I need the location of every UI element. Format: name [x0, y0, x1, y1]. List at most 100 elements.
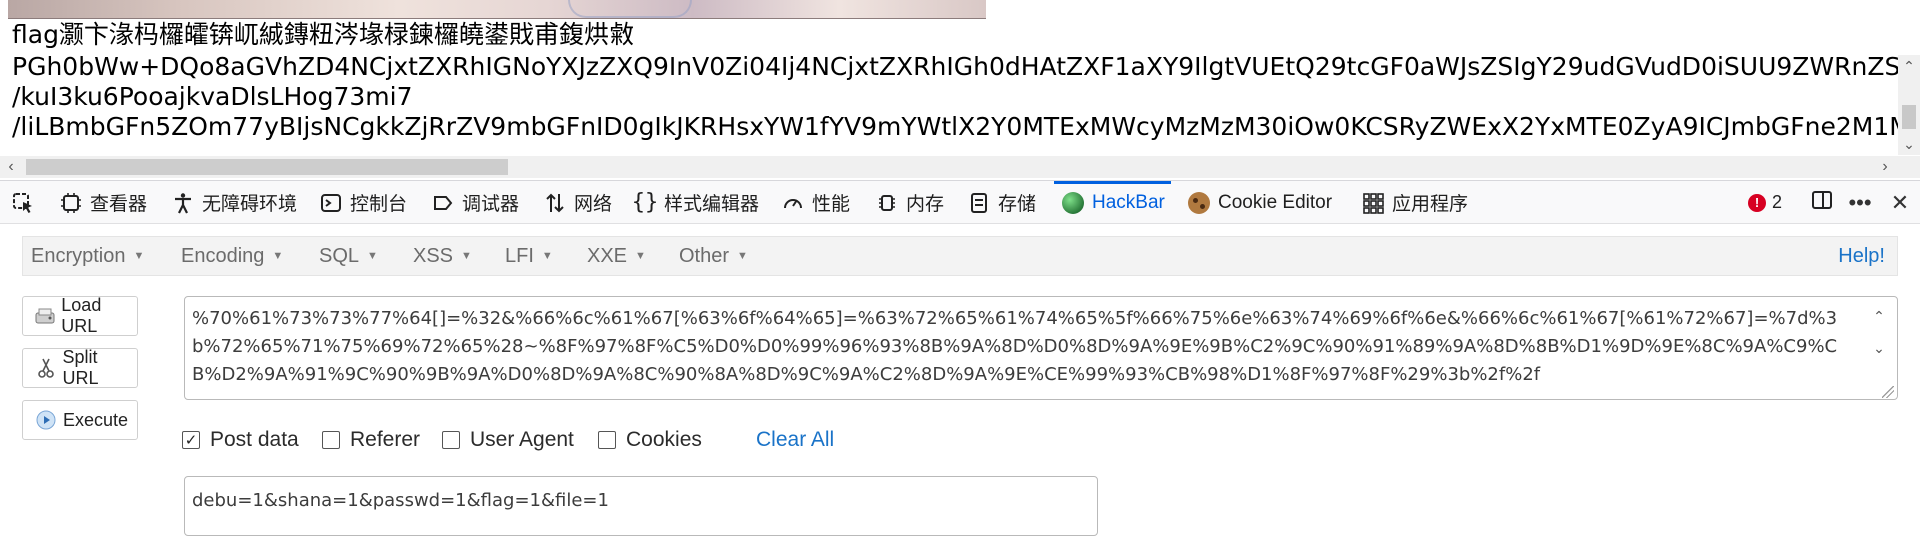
element-picker-button[interactable]	[10, 181, 42, 224]
storage-icon	[966, 190, 992, 216]
tab-memory[interactable]: 内存	[874, 181, 944, 224]
checkbox-label: Referer	[350, 428, 421, 451]
checkbox-icon[interactable]	[322, 431, 340, 449]
more-options-icon: •••	[1848, 189, 1872, 215]
vertical-scroll-thumb[interactable]	[1902, 105, 1916, 129]
load-url-button[interactable]: Load URL	[22, 295, 138, 336]
clear-all-link[interactable]: Clear All	[756, 428, 834, 452]
devtools-toolbar: 查看器 无障碍环境 控制台 调试器 网络 {} 样式编辑器 性能 内存 存储 H…	[0, 180, 1920, 224]
tab-label: Cookie Editor	[1218, 191, 1333, 213]
tab-performance[interactable]: 性能	[780, 181, 850, 224]
split-url-button[interactable]: Split URL	[22, 347, 138, 388]
tab-label: 存储	[998, 194, 1037, 215]
debugger-icon	[430, 190, 456, 216]
tab-label: 样式编辑器	[664, 194, 760, 215]
tab-label: 应用程序	[1392, 194, 1469, 215]
checkbox-label: Post data	[210, 428, 299, 451]
post-data-input[interactable]: debu=1&shana=1&passwd=1&flag=1&file=1	[184, 476, 1098, 536]
dock-button[interactable]	[1806, 181, 1838, 224]
menu-encryption[interactable]: Encryption ▼	[31, 237, 144, 275]
tab-style-editor[interactable]: {} 样式编辑器	[632, 181, 759, 224]
hackbar-menu: Encryption ▼ Encoding ▼ SQL ▼ XSS ▼ LFI ▼ XXE…	[22, 236, 1898, 276]
cookie-icon	[1186, 190, 1212, 216]
play-icon	[33, 407, 59, 433]
tab-label: 控制台	[350, 194, 408, 215]
tab-network[interactable]: 网络	[542, 181, 612, 224]
page-content: flag灏卞湪杩欏皬锛屼絾鏄粈涔堟椂鍊欏皢鍙戝甫鍑烘敹 PGh0bWw+DQo8…	[0, 0, 1920, 160]
console-icon	[318, 190, 344, 216]
url-scroll-arrows[interactable]: ⌃ ⌄	[1866, 300, 1892, 364]
output-line-3: /kuI3ku6PooajkvaDlsLHog73mi7	[12, 82, 413, 111]
tab-hackbar[interactable]: HackBar	[1054, 181, 1171, 224]
error-count-badge[interactable]: ! 2	[1748, 181, 1782, 224]
more-options-button[interactable]: •••	[1844, 181, 1876, 224]
help-link[interactable]: Help!	[1838, 237, 1885, 275]
execute-label: Execute	[63, 409, 129, 430]
menu-encoding[interactable]: Encoding ▼	[181, 237, 283, 275]
scroll-right-icon[interactable]: ›	[1874, 156, 1896, 178]
menu-other[interactable]: Other ▼	[679, 237, 748, 275]
caret-down-icon: ▼	[272, 250, 284, 262]
url-input[interactable]: %70%61%73%73%77%64[]=%32&%66%6c%61%67[%6…	[184, 296, 1898, 400]
menu-xss[interactable]: XSS ▼	[413, 237, 472, 275]
tab-debugger[interactable]: 调试器	[430, 181, 519, 224]
output-line-2: PGh0bWw+DQo8aGVhZD4NCjxtZXRhIGNoYXJzZXQ9…	[12, 52, 1920, 81]
tab-cookie-editor[interactable]: Cookie Editor	[1186, 181, 1332, 224]
tab-label: 内存	[906, 194, 945, 215]
caret-down-icon: ▼	[635, 250, 646, 262]
scroll-left-icon[interactable]: ‹	[0, 156, 22, 178]
checkbox-label: User Agent	[470, 428, 574, 451]
close-icon: ✕	[1890, 189, 1910, 215]
tab-label: 查看器	[90, 194, 148, 215]
menu-sql[interactable]: SQL ▼	[319, 237, 378, 275]
tab-label: 无障碍环境	[202, 194, 298, 215]
error-icon: !	[1748, 193, 1766, 212]
hackbar-icon	[1060, 190, 1086, 216]
output-line-4: /liLBmbGFn5ZOm77yBIjsNCgkkZjRrZV9mbGFnID…	[12, 112, 1920, 141]
load-url-label: Load URL	[61, 295, 102, 336]
error-count: 2	[1772, 192, 1783, 212]
cookies-checkbox[interactable]: Cookies	[598, 428, 702, 452]
horizontal-scroll-thumb[interactable]	[26, 159, 508, 175]
menu-xxe[interactable]: XXE ▼	[587, 237, 646, 275]
checkbox-icon[interactable]	[598, 431, 616, 449]
caret-down-icon: ▼	[367, 250, 378, 262]
menu-lfi[interactable]: LFI ▼	[505, 237, 553, 275]
execute-button[interactable]: Execute	[22, 400, 138, 440]
performance-icon	[780, 190, 806, 216]
checkbox-icon[interactable]	[442, 431, 460, 449]
chevron-up-icon[interactable]: ⌃	[1866, 300, 1892, 332]
network-icon	[542, 190, 568, 216]
tab-label: HackBar	[1092, 191, 1165, 213]
scissors-icon	[33, 355, 58, 381]
horizontal-scrollbar[interactable]: ‹ ›	[0, 156, 1920, 178]
user-agent-checkbox[interactable]: User Agent	[442, 428, 574, 452]
load-url-icon	[33, 303, 57, 329]
close-devtools-button[interactable]: ✕	[1884, 181, 1916, 224]
memory-icon	[874, 190, 900, 216]
page-image	[8, 0, 986, 19]
referer-checkbox[interactable]: Referer	[322, 428, 420, 452]
tab-inspector[interactable]: 查看器	[58, 181, 147, 224]
application-icon	[1360, 190, 1386, 216]
scroll-up-icon[interactable]: ⌃	[1898, 55, 1920, 77]
tab-application[interactable]: 应用程序	[1360, 181, 1468, 224]
accessibility-icon	[170, 190, 196, 216]
tab-accessibility[interactable]: 无障碍环境	[170, 181, 297, 224]
checkbox-label: Cookies	[626, 428, 702, 451]
caret-down-icon: ▼	[461, 250, 472, 262]
tab-label: 性能	[812, 194, 851, 215]
tab-console[interactable]: 控制台	[318, 181, 407, 224]
vertical-scrollbar[interactable]: ⌃ ⌄	[1898, 55, 1920, 155]
element-picker-icon	[10, 190, 36, 216]
checkbox-checked-icon[interactable]: ✓	[182, 431, 200, 449]
caret-down-icon: ▼	[737, 250, 748, 262]
style-editor-icon: {}	[631, 190, 659, 215]
scroll-down-icon[interactable]: ⌄	[1898, 133, 1920, 155]
resize-grip-icon[interactable]	[1882, 386, 1894, 398]
inspector-icon	[58, 190, 84, 216]
chevron-down-icon[interactable]: ⌄	[1866, 332, 1892, 364]
tab-storage[interactable]: 存储	[966, 181, 1036, 224]
tab-label: 调试器	[462, 194, 520, 215]
post-data-checkbox[interactable]: ✓ Post data	[182, 428, 299, 452]
